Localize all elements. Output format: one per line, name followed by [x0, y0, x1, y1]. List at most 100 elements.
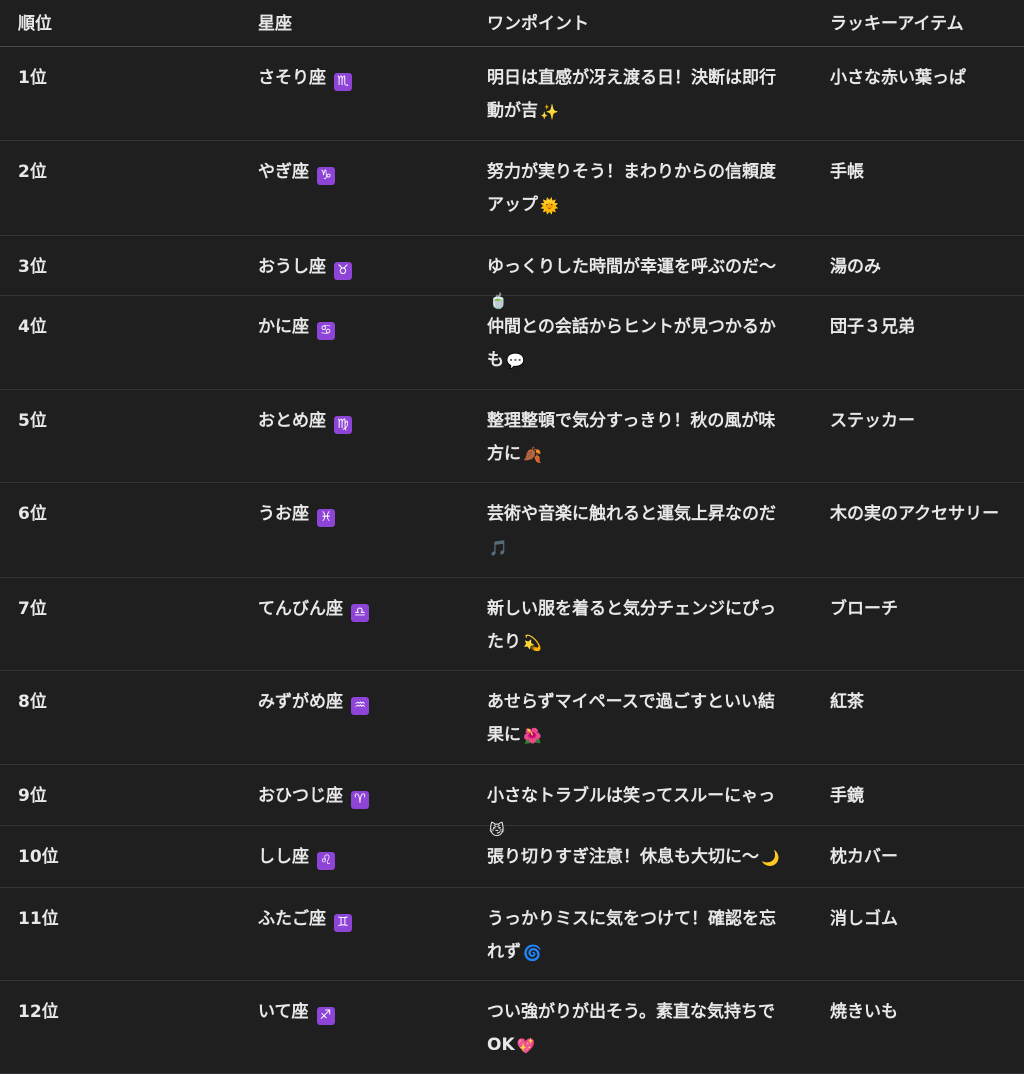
row-sign: うお座 ♓ [258, 498, 335, 531]
row-lucky-item: 手帳 [830, 162, 864, 182]
row-sign-label: いて座 [258, 1002, 309, 1022]
row-rank: 3位 [18, 257, 47, 277]
tip-emoji-icon: 🌞 [540, 197, 559, 215]
row-lucky-item: 紅茶 [830, 692, 864, 712]
row-rank: 6位 [18, 504, 47, 524]
table-row: 11位 ふたご座 ♊ うっかりミスに気をつけて！確認を忘れず 🌀 消しゴム [0, 888, 1024, 981]
row-sign: かに座 ♋ [258, 311, 335, 344]
row-sign: みずがめ座 ♒ [258, 686, 369, 719]
row-tip-text: ゆっくりした時間が幸運を呼ぶのだ〜 [487, 257, 776, 277]
row-sign: しし座 ♌ [258, 841, 335, 874]
row-tip: 仲間との会話からヒントが見つかるかも 💬 [487, 311, 787, 377]
row-tip: うっかりミスに気をつけて！確認を忘れず 🌀 [487, 903, 787, 969]
row-rank: 7位 [18, 599, 47, 619]
row-lucky-item: 手鏡 [830, 786, 864, 806]
header-sign: 星座 [258, 14, 292, 34]
row-rank: 12位 [18, 1002, 59, 1022]
row-tip: つい強がりが出そう。素直な気持ちでOK 💖 [487, 996, 787, 1062]
row-lucky-item: ブローチ [830, 599, 898, 619]
row-sign-label: おひつじ座 [258, 786, 343, 806]
table-row: 10位 しし座 ♌ 張り切りすぎ注意！休息も大切に〜 🌙 枕カバー [0, 826, 1024, 888]
table-row: 8位 みずがめ座 ♒ あせらずマイペースで過ごすといい結果に 🌺 紅茶 [0, 671, 1024, 765]
tip-emoji-icon: 🍂 [523, 446, 542, 464]
row-sign-label: うお座 [258, 504, 309, 524]
row-tip: あせらずマイペースで過ごすといい結果に 🌺 [487, 686, 787, 752]
row-tip: 芸術や音楽に触れると運気上昇なのだ 🎵 [487, 498, 787, 564]
row-tip: 整理整頓で気分すっきり！秋の風が味方に 🍂 [487, 405, 787, 471]
table-header: 順位 星座 ワンポイント ラッキーアイテム [0, 0, 1024, 47]
row-rank: 5位 [18, 411, 47, 431]
row-tip-text: 努力が実りそう！まわりからの信頼度アップ [487, 162, 776, 215]
tip-emoji-icon: 💖 [516, 1037, 536, 1055]
row-lucky-item: 消しゴム [830, 909, 898, 929]
zodiac-symbol-icon: ♌ [317, 852, 335, 870]
tip-emoji-icon: 💫 [523, 634, 542, 652]
zodiac-symbol-icon: ♑ [317, 167, 335, 185]
row-sign: さそり座 ♏ [258, 62, 352, 95]
zodiac-symbol-icon: ♓ [317, 509, 335, 527]
row-tip-text: 張り切りすぎ注意！休息も大切に〜 [487, 847, 759, 867]
row-sign-label: しし座 [258, 847, 309, 867]
header-rank: 順位 [18, 14, 52, 34]
zodiac-symbol-icon: ♎ [351, 604, 369, 622]
row-lucky-item: ステッカー [830, 411, 915, 431]
tip-emoji-icon: 🌀 [523, 944, 542, 962]
table-row: 12位 いて座 ♐ つい強がりが出そう。素直な気持ちでOK 💖 焼きいも [0, 981, 1024, 1074]
row-tip: 新しい服を着ると気分チェンジにぴったり 💫 [487, 593, 787, 659]
table-row: 6位 うお座 ♓ 芸術や音楽に触れると運気上昇なのだ 🎵 木の実のアクセサリー [0, 483, 1024, 578]
header-item: ラッキーアイテム [830, 14, 964, 34]
zodiac-symbol-icon: ♈ [351, 791, 369, 809]
row-sign: おひつじ座 ♈ [258, 780, 369, 813]
row-tip: 張り切りすぎ注意！休息も大切に〜 🌙 [487, 841, 787, 874]
row-tip-text: 芸術や音楽に触れると運気上昇なのだ [487, 504, 776, 524]
row-tip-text: 仲間との会話からヒントが見つかるかも [487, 317, 776, 370]
tip-emoji-icon: 🎵 [489, 539, 508, 557]
row-sign: てんびん座 ♎ [258, 593, 369, 626]
row-rank: 9位 [18, 786, 47, 806]
row-rank: 8位 [18, 692, 47, 712]
row-sign: いて座 ♐ [258, 996, 335, 1029]
row-tip: 努力が実りそう！まわりからの信頼度アップ 🌞 [487, 156, 787, 222]
row-sign-label: みずがめ座 [258, 692, 343, 712]
table-row: 1位 さそり座 ♏ 明日は直感が冴え渡る日！決断は即行動が吉 ✨ 小さな赤い葉っぱ [0, 47, 1024, 141]
zodiac-symbol-icon: ♐ [316, 1007, 335, 1025]
row-sign-label: かに座 [258, 317, 309, 337]
table-row: 3位 おうし座 ♉ ゆっくりした時間が幸運を呼ぶのだ〜🍵 湯のみ [0, 236, 1024, 310]
zodiac-symbol-icon: ♍ [334, 416, 352, 434]
row-rank: 10位 [18, 847, 59, 867]
row-sign-label: ふたご座 [258, 909, 326, 929]
zodiac-symbol-icon: ♉ [334, 262, 352, 280]
row-sign: やぎ座 ♑ [258, 156, 335, 189]
table-body: 1位 さそり座 ♏ 明日は直感が冴え渡る日！決断は即行動が吉 ✨ 小さな赤い葉っぱ 2位 やぎ… [0, 47, 1024, 1074]
fortune-ranking-table: 順位 星座 ワンポイント ラッキーアイテム 1位 さそり座 ♏ 明日は直感が冴え渡る日… [0, 0, 1024, 1074]
row-sign-label: さそり座 [258, 68, 326, 88]
row-sign: ふたご座 ♊ [258, 903, 352, 936]
header-tip: ワンポイント [487, 14, 589, 34]
table-row: 9位 おひつじ座 ♈ 小さなトラブルは笑ってスルーにゃっ😼 手鏡 [0, 765, 1024, 839]
table-row: 4位 かに座 ♋ 仲間との会話からヒントが見つかるかも 💬 団子３兄弟 [0, 296, 1024, 390]
row-lucky-item: 木の実のアクセサリー [830, 504, 1000, 524]
row-tip: 明日は直感が冴え渡る日！決断は即行動が吉 ✨ [487, 62, 787, 128]
tip-emoji-icon: 💬 [506, 352, 525, 370]
row-sign-label: おとめ座 [258, 411, 326, 431]
row-tip-text: 小さなトラブルは笑ってスルーにゃっ [487, 786, 776, 806]
zodiac-symbol-icon: ♏ [334, 73, 352, 91]
zodiac-symbol-icon: ♊ [334, 914, 352, 932]
tip-emoji-icon: ✨ [540, 103, 559, 121]
tip-emoji-icon: 🌺 [523, 727, 542, 745]
row-tip-text: 明日は直感が冴え渡る日！決断は即行動が吉 [487, 68, 776, 121]
row-sign-label: おうし座 [258, 257, 326, 277]
table-row: 5位 おとめ座 ♍ 整理整頓で気分すっきり！秋の風が味方に 🍂 ステッカー [0, 390, 1024, 483]
zodiac-symbol-icon: ♒ [351, 697, 369, 715]
row-sign: おうし座 ♉ [258, 251, 352, 284]
zodiac-symbol-icon: ♋ [317, 322, 335, 340]
row-lucky-item: 団子３兄弟 [830, 317, 915, 337]
row-lucky-item: 枕カバー [830, 847, 898, 867]
row-sign: おとめ座 ♍ [258, 405, 352, 438]
table-row: 2位 やぎ座 ♑ 努力が実りそう！まわりからの信頼度アップ 🌞 手帳 [0, 141, 1024, 236]
row-lucky-item: 湯のみ [830, 257, 881, 277]
tip-emoji-icon: 🌙 [761, 849, 780, 867]
row-lucky-item: 小さな赤い葉っぱ [830, 68, 966, 88]
row-sign-label: てんびん座 [258, 599, 343, 619]
row-lucky-item: 焼きいも [830, 1002, 898, 1022]
